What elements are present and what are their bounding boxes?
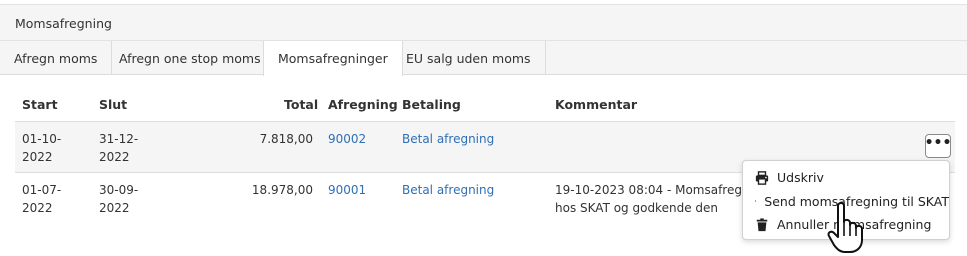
column-header-start: Start xyxy=(22,97,58,112)
row1-afregning-link[interactable]: 90002 xyxy=(328,130,366,148)
column-header-afregning: Afregning xyxy=(328,97,398,112)
row2-betal-afregning-link[interactable]: Betal afregning xyxy=(402,181,494,199)
row-actions-button[interactable]: ••• xyxy=(925,134,951,158)
row1-total: 7.818,00 xyxy=(259,132,313,146)
row1-start: 01-10- 2022 xyxy=(22,132,62,164)
column-header-total: Total xyxy=(284,97,319,112)
tab-momsafregninger[interactable]: Momsafregninger xyxy=(263,41,403,76)
column-header-slut: Slut xyxy=(99,97,128,112)
tab-eu-salg-uden-moms[interactable]: EU salg uden moms xyxy=(392,41,546,75)
menu-item-label: Udskriv xyxy=(777,170,824,186)
ellipsis-icon: ••• xyxy=(924,135,952,151)
column-header-kommentar: Kommentar xyxy=(555,97,638,112)
tab-afregn-moms[interactable]: Afregn moms xyxy=(0,41,113,75)
row2-kommentar: 19-10-2023 08:04 - Momsafregnin hos SKAT… xyxy=(555,183,742,215)
file-export-icon xyxy=(755,200,757,202)
row2-total: 18.978,00 xyxy=(251,183,313,197)
row2-slut: 30-09- 2022 xyxy=(99,183,139,215)
row1-betal-afregning-link[interactable]: Betal afregning xyxy=(402,130,494,148)
tab-bar: Afregn moms Afregn one stop moms Momsafr… xyxy=(0,41,967,76)
row2-afregning-link[interactable]: 90001 xyxy=(328,181,366,199)
hand-pointer-cursor-icon xyxy=(827,202,863,253)
row1-slut: 31-12- 2022 xyxy=(99,132,139,164)
panel-title: Momsafregning xyxy=(15,16,112,31)
menu-item-udskriv[interactable]: Udskriv xyxy=(743,166,949,190)
tab-afregn-one-stop-moms[interactable]: Afregn one stop moms xyxy=(105,41,276,75)
column-header-betaling: Betaling xyxy=(402,97,461,112)
printer-icon xyxy=(755,170,769,185)
panel-header: Momsafregning xyxy=(0,5,967,41)
trash-icon xyxy=(756,218,768,231)
row2-start: 01-07- 2022 xyxy=(22,183,62,215)
